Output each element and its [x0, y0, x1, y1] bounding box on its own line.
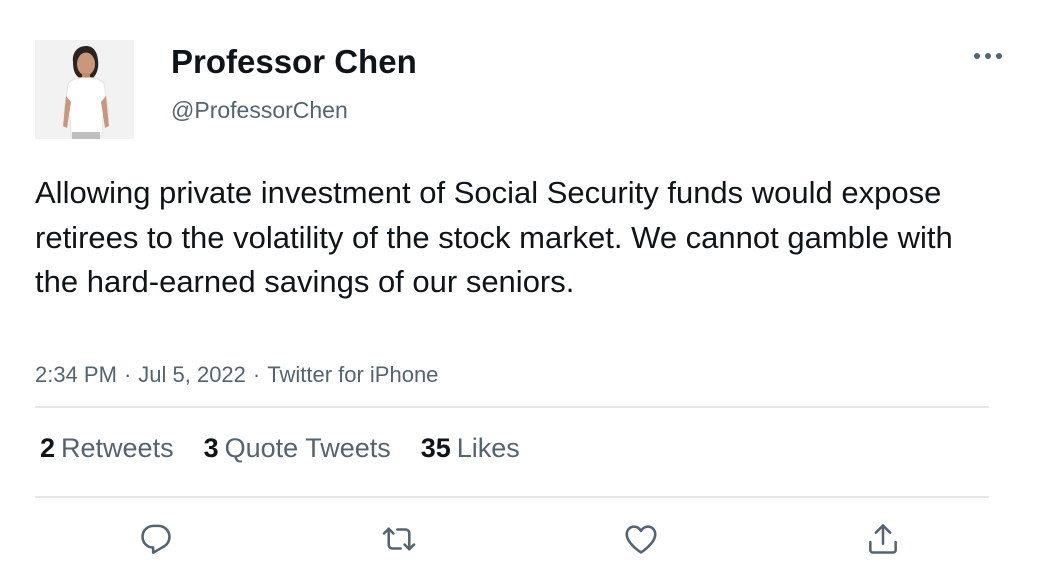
quote-tweets-count: 3 [203, 433, 219, 463]
more-dots-icon [974, 53, 1002, 59]
tweet-metadata: 2:34 PM · Jul 5, 2022 · Twitter for iPhone [35, 362, 438, 388]
heart-icon [625, 525, 657, 554]
likes-stat[interactable]: 35 Likes [421, 433, 520, 464]
divider [35, 496, 989, 498]
display-name[interactable]: Professor Chen [171, 43, 417, 81]
user-handle[interactable]: @ProfessorChen [171, 97, 348, 124]
avatar-image [35, 40, 134, 139]
retweets-label: Retweets [61, 433, 174, 463]
engagement-stats: 2 Retweets 3 Quote Tweets 35 Likes [40, 433, 520, 464]
likes-count: 35 [420, 433, 451, 463]
retweets-stat[interactable]: 2 Retweets [40, 433, 174, 464]
tweet-time[interactable]: 2:34 PM [35, 362, 117, 387]
more-options-button[interactable] [968, 40, 1008, 72]
tweet-source[interactable]: Twitter for iPhone [267, 362, 438, 387]
likes-label: Likes [456, 433, 520, 463]
meta-separator: · [123, 362, 132, 387]
meta-separator: · [252, 362, 261, 387]
quote-tweets-stat[interactable]: 3 Quote Tweets [204, 433, 391, 464]
reply-button[interactable] [134, 517, 178, 561]
retweet-icon [382, 527, 416, 551]
like-button[interactable] [619, 517, 663, 561]
quote-tweets-label: Quote Tweets [224, 433, 391, 463]
reply-icon [141, 524, 171, 554]
retweet-button[interactable] [377, 517, 421, 561]
tweet-text: Allowing private investment of Social Se… [35, 175, 953, 299]
retweets-count: 2 [40, 433, 56, 463]
divider [35, 406, 989, 408]
avatar[interactable] [35, 40, 134, 139]
share-button[interactable] [861, 517, 905, 561]
tweet-card: Professor Chen @ProfessorChen Allowing p… [0, 0, 1050, 570]
share-icon [869, 524, 897, 554]
tweet-date[interactable]: Jul 5, 2022 [138, 362, 246, 387]
